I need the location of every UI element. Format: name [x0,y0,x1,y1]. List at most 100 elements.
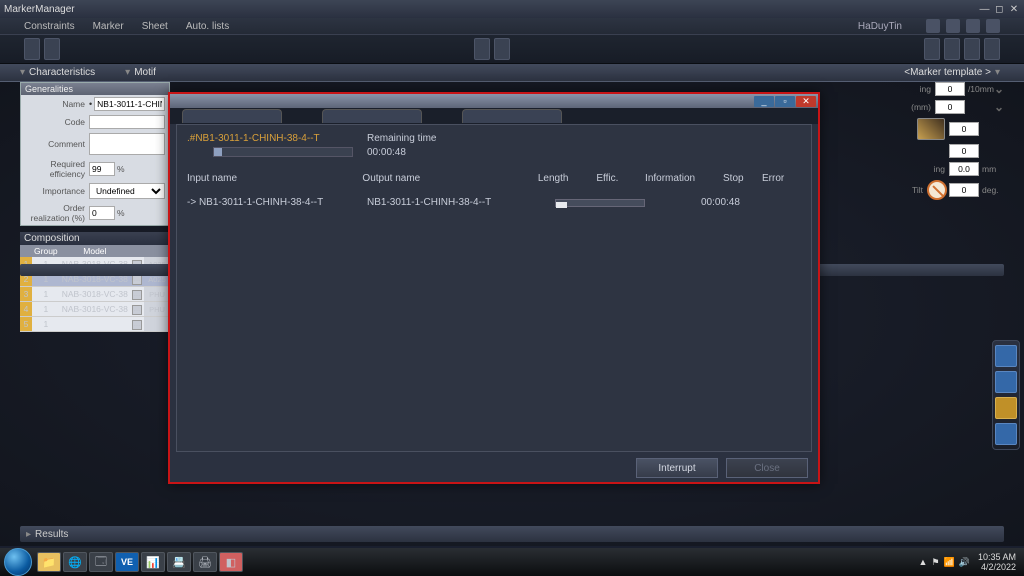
row-input-name: -> NB1-3011-1-CHINH-38-4--T [187,197,367,208]
maximize-icon[interactable]: ◻ [993,4,1005,15]
tool-button[interactable] [24,38,40,60]
val3-field[interactable] [949,122,979,136]
taskbar-clock[interactable]: 10:35 AM 4/2/2022 [978,552,1016,572]
tray-icon[interactable]: ▲ [919,557,928,567]
taskbar-app-icon[interactable]: 🖨 [193,552,217,572]
orderreal-field[interactable] [89,206,115,220]
table-row[interactable]: 31NAB-3018-VC-38…PHU [20,287,170,302]
menu-constraints[interactable]: Constraints [24,21,75,32]
tilt-unit: deg. [982,185,1004,195]
ing2-label: ing [934,164,945,174]
menu-autolists[interactable]: Auto. lists [186,21,229,32]
no-tilt-icon[interactable] [927,180,947,200]
tool-button[interactable] [964,38,980,60]
row-progress-bar [555,199,645,207]
chevron-down-icon[interactable]: ▾ [20,67,25,78]
tray-network-icon[interactable]: 📶 [944,557,955,568]
tool-button[interactable] [44,38,60,60]
dialog-minimize-icon[interactable]: _ [754,96,774,107]
gap-field[interactable] [935,100,965,114]
orderreal-label: Order realization (%) [25,203,85,223]
results-bar[interactable]: ▸ Results [20,526,1004,542]
col-error: Error [762,173,801,184]
taskbar-app-icon[interactable]: 🗔 [89,552,113,572]
generalities-header: Generalities [21,83,169,95]
table-row[interactable]: 41NAB-3016-VC-38…PHU [20,302,170,317]
tool-button[interactable] [494,38,510,60]
tab-motif[interactable]: Motif [134,67,156,78]
taskbar-app-icon[interactable]: 📇 [167,552,191,572]
importance-label: Importance [25,186,85,196]
tool-button[interactable] [944,38,960,60]
spacing-field[interactable] [935,82,965,96]
spacing-label: ing [920,84,931,94]
dialog-tab[interactable] [322,109,422,123]
tab-characteristics[interactable]: Characteristics [29,67,95,78]
gap-label: (mm) [911,102,931,112]
composition-header: Composition [20,232,170,245]
fabric-swatch-icon[interactable] [917,118,945,140]
close-icon[interactable]: ✕ [1008,4,1020,15]
comment-field[interactable] [89,133,165,155]
toolbar [0,34,1024,64]
col-group: Group [32,245,60,257]
dialog-titlebar[interactable]: _ ▫ ✕ [170,94,818,108]
results-label: Results [35,529,68,540]
tool-icon[interactable] [966,19,980,33]
ing2-field[interactable] [949,162,979,176]
tray-volume-icon[interactable]: 🔊 [959,557,970,568]
code-label: Code [25,117,85,127]
name-field[interactable] [94,97,165,111]
tool-icon[interactable] [946,19,960,33]
chevron-down-icon[interactable]: ⌄ [994,82,1004,96]
dialog-tab[interactable] [182,109,282,123]
reqeff-unit: % [117,164,125,174]
taskbar-app-icon[interactable]: 📊 [141,552,165,572]
menu-marker[interactable]: Marker [93,21,124,32]
start-button[interactable] [4,548,32,576]
taskbar-explorer-icon[interactable]: 📁 [37,552,61,572]
table-row[interactable]: 51… [20,317,170,332]
taskbar-chrome-icon[interactable]: 🌐 [63,552,87,572]
taskbar: 📁 🌐 🗔 VE 📊 📇 🖨 ◧ ▲ ⚑ 📶 🔊 10:35 AM 4/2/20… [0,548,1024,576]
importance-select[interactable]: Undefined [89,183,165,199]
reqeff-field[interactable] [89,162,115,176]
float-tool-icon[interactable] [995,423,1017,445]
tilt-field[interactable] [949,183,979,197]
minimize-icon[interactable]: — [978,4,990,15]
val4-field[interactable] [949,144,979,158]
name-label: Name [25,99,85,109]
col-information: Information [645,173,723,184]
tilt-label: Tilt [912,185,923,195]
float-tool-icon[interactable] [995,345,1017,367]
orderreal-unit: % [117,208,125,218]
job-name: .#NB1-3011-1-CHINH-38-4--T [187,133,801,144]
tool-button[interactable] [924,38,940,60]
tool-button[interactable] [984,38,1000,60]
spacing-unit: /10mm [968,84,990,94]
interrupt-button[interactable]: Interrupt [636,458,718,478]
taskbar-app-icon[interactable]: ◧ [219,552,243,572]
col-input-name: Input name [187,173,362,184]
tool-icon[interactable] [926,19,940,33]
dialog-close-icon[interactable]: ✕ [796,96,816,107]
menu-sheet[interactable]: Sheet [142,21,168,32]
processing-dialog: _ ▫ ✕ .#NB1-3011-1-CHINH-38-4--T Remaini… [168,92,820,484]
float-tool-icon[interactable] [995,397,1017,419]
system-tray[interactable]: ▲ ⚑ 📶 🔊 10:35 AM 4/2/2022 [919,552,1020,572]
chevron-down-icon[interactable]: ⌄ [994,100,1004,114]
taskbar-vnc-icon[interactable]: VE [115,552,139,572]
chevron-down-icon[interactable]: ▾ [125,67,130,78]
menu-bar: Constraints Marker Sheet Auto. lists HaD… [0,18,1024,34]
floating-toolbar [992,340,1020,450]
tray-flag-icon[interactable]: ⚑ [931,557,939,568]
tool-button[interactable] [474,38,490,60]
float-tool-icon[interactable] [995,371,1017,393]
marker-template-link[interactable]: <Marker template > [904,67,991,78]
chevron-down-icon[interactable]: ▾ [995,67,1000,78]
job-row: -> NB1-3011-1-CHINH-38-4--T NB1-3011-1-C… [187,197,801,208]
code-field[interactable] [89,115,165,129]
dialog-tab[interactable] [462,109,562,123]
tool-icon[interactable] [986,19,1000,33]
dialog-maximize-icon[interactable]: ▫ [775,96,795,107]
